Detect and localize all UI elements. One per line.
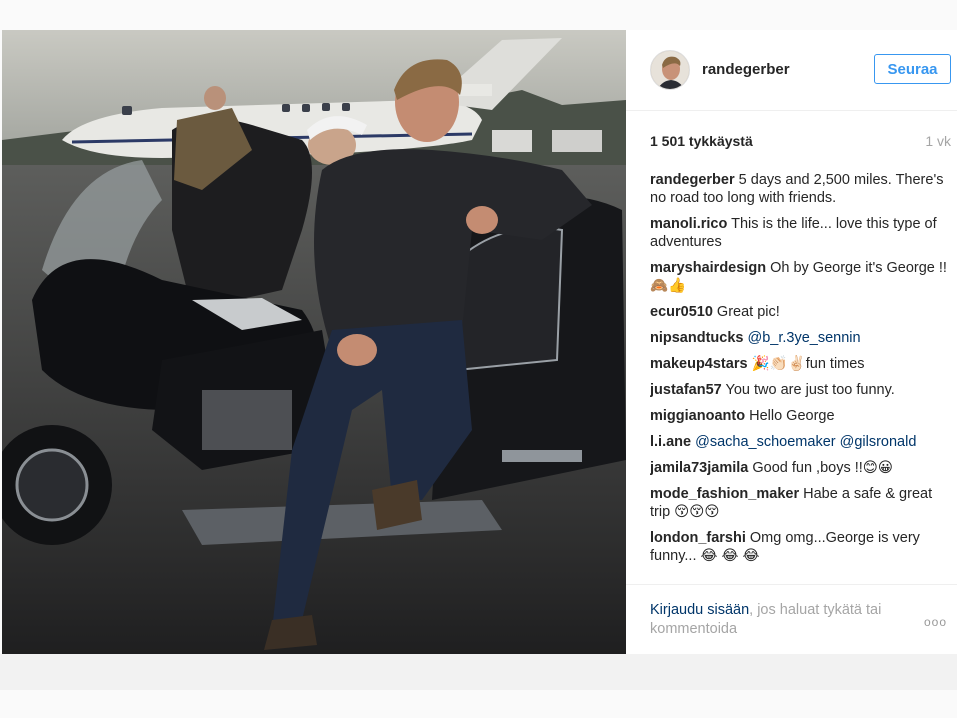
post-header: randegerber Seuraa <box>626 30 957 111</box>
avatar[interactable] <box>650 50 690 90</box>
comment-user[interactable]: london_farshi <box>650 530 746 546</box>
comment-item: randegerber 5 days and 2,500 miles. Ther… <box>650 171 953 207</box>
comment-item: manoli.rico This is the life... love thi… <box>650 215 953 251</box>
comment-item: jamila73jamila Good fun ,boys !!😊😀 <box>650 459 953 477</box>
comment-user[interactable]: nipsandtucks <box>650 330 743 346</box>
post-card: randegerber Seuraa 1 501 tykkäystä 1 vk … <box>2 30 957 654</box>
post-stats: 1 501 tykkäystä 1 vk <box>650 133 951 153</box>
comment-text: Good fun ,boys !!😊😀 <box>752 460 894 476</box>
comment-item: justafan57 You two are just too funny. <box>650 381 953 399</box>
post-age[interactable]: 1 vk <box>925 133 951 149</box>
more-options-icon[interactable]: ooo <box>924 615 947 629</box>
comment-item: miggianoanto Hello George <box>650 407 953 425</box>
username[interactable]: randegerber <box>702 61 790 78</box>
top-margin <box>0 0 957 30</box>
comment-user[interactable]: makeup4stars <box>650 356 748 372</box>
comment-item: mode_fashion_maker Habe a safe & great t… <box>650 485 953 521</box>
comment-mention[interactable]: @sacha_schoemaker @gilsronald <box>695 434 916 450</box>
comment-user[interactable]: maryshairdesign <box>650 260 766 276</box>
comment-mention[interactable]: @b_r.3ye_sennin <box>748 330 861 346</box>
photo-illustration <box>2 30 626 654</box>
post-side-panel: randegerber Seuraa 1 501 tykkäystä 1 vk … <box>626 30 957 654</box>
bottom-margin <box>0 654 957 718</box>
comment-item: makeup4stars 🎉👏🏻✌🏻fun times <box>650 355 953 373</box>
comment-user[interactable]: mode_fashion_maker <box>650 486 799 502</box>
avatar-image <box>651 51 689 89</box>
comment-text: You two are just too funny. <box>725 382 895 398</box>
comment-text: Great pic! <box>716 304 780 320</box>
comment-item: nipsandtucks @b_r.3ye_sennin <box>650 329 953 347</box>
comment-item: london_farshi Omg omg...George is very f… <box>650 529 953 565</box>
comment-text: 🎉👏🏻✌🏻fun times <box>751 356 865 372</box>
comment-user[interactable]: l.i.ane <box>650 434 691 450</box>
login-link[interactable]: Kirjaudu sisään <box>650 602 749 618</box>
login-prompt: Kirjaudu sisään, jos haluat tykätä tai k… <box>650 601 900 639</box>
comment-item: maryshairdesign Oh by George it's George… <box>650 259 953 295</box>
page-edge <box>0 690 957 718</box>
comment-user[interactable]: miggianoanto <box>650 408 745 424</box>
comment-user[interactable]: justafan57 <box>650 382 722 398</box>
comment-user[interactable]: manoli.rico <box>650 216 727 232</box>
follow-button[interactable]: Seuraa <box>874 54 951 84</box>
comment-user[interactable]: ecur0510 <box>650 304 713 320</box>
comment-user[interactable]: jamila73jamila <box>650 460 748 476</box>
comment-list[interactable]: randegerber 5 days and 2,500 miles. Ther… <box>650 171 953 584</box>
comment-item: ecur0510 Great pic! <box>650 303 953 321</box>
like-count[interactable]: 1 501 tykkäystä <box>650 133 753 149</box>
comment-text: Hello George <box>749 408 835 424</box>
comment-item: l.i.ane @sacha_schoemaker @gilsronald <box>650 433 953 451</box>
post-photo[interactable] <box>2 30 626 654</box>
comment-user[interactable]: randegerber <box>650 172 735 188</box>
post-footer: Kirjaudu sisään, jos haluat tykätä tai k… <box>626 584 957 655</box>
